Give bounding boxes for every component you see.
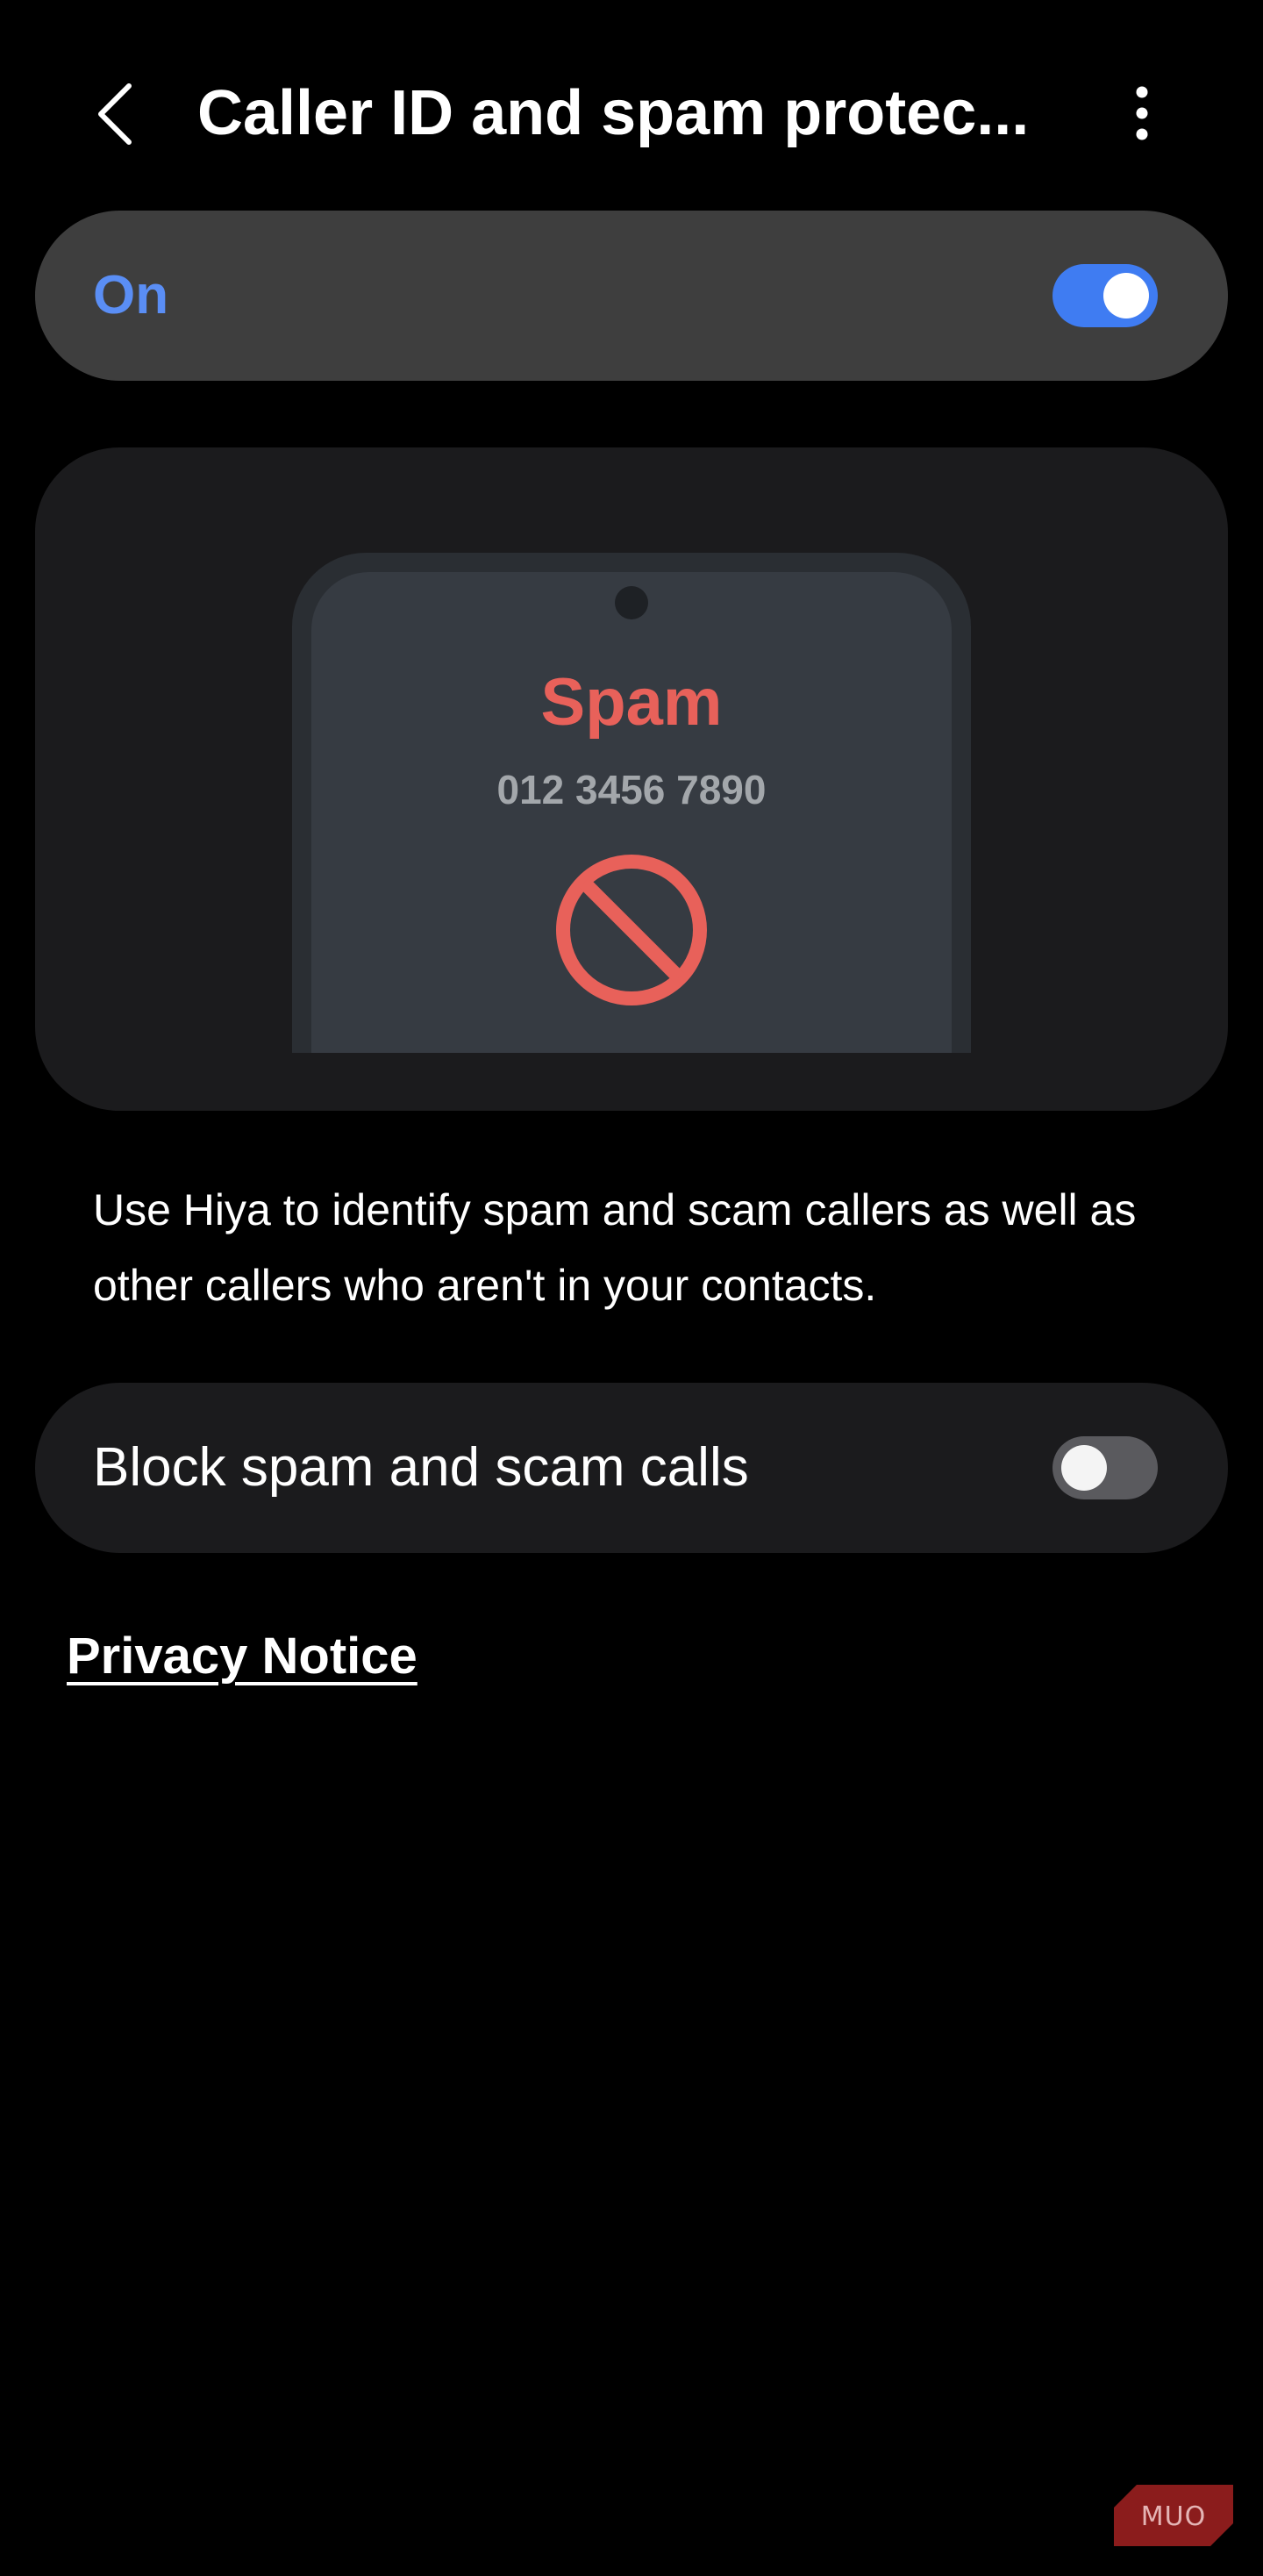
block-spam-toggle[interactable] xyxy=(1052,1436,1158,1499)
master-switch-label: On xyxy=(93,265,169,326)
block-spam-setting[interactable]: Block spam and scam calls xyxy=(35,1383,1228,1553)
spam-label: Spam xyxy=(540,665,723,740)
back-button[interactable] xyxy=(81,70,151,158)
master-toggle[interactable] xyxy=(1052,264,1158,327)
spam-phone-number: 012 3456 7890 xyxy=(496,767,767,812)
back-arrow-icon xyxy=(98,83,132,145)
page-title: Caller ID and spam protec... xyxy=(197,78,1030,148)
illustration-card: Spam 012 3456 7890 xyxy=(35,447,1228,1111)
more-vertical-icon xyxy=(1136,86,1148,140)
more-options-button[interactable] xyxy=(1110,74,1174,153)
block-icon xyxy=(556,855,707,1005)
camera-cutout xyxy=(615,586,648,619)
phone-illustration: Spam 012 3456 7890 xyxy=(292,553,971,1053)
description-text: Use Hiya to identify spam and scam calle… xyxy=(93,1185,1137,1310)
svg-text:MUO: MUO xyxy=(1141,2501,1206,2532)
block-spam-label: Block spam and scam calls xyxy=(93,1437,749,1498)
toggle-knob xyxy=(1061,1445,1107,1491)
master-switch-bar[interactable]: On xyxy=(35,211,1228,381)
phone-screen: Spam 012 3456 7890 xyxy=(311,572,952,1053)
privacy-notice-link[interactable]: Privacy Notice xyxy=(67,1625,417,1688)
app-bar: Caller ID and spam protec... xyxy=(0,0,1263,228)
muo-watermark-logo: MUO xyxy=(1114,2485,1233,2546)
toggle-knob xyxy=(1103,273,1149,318)
